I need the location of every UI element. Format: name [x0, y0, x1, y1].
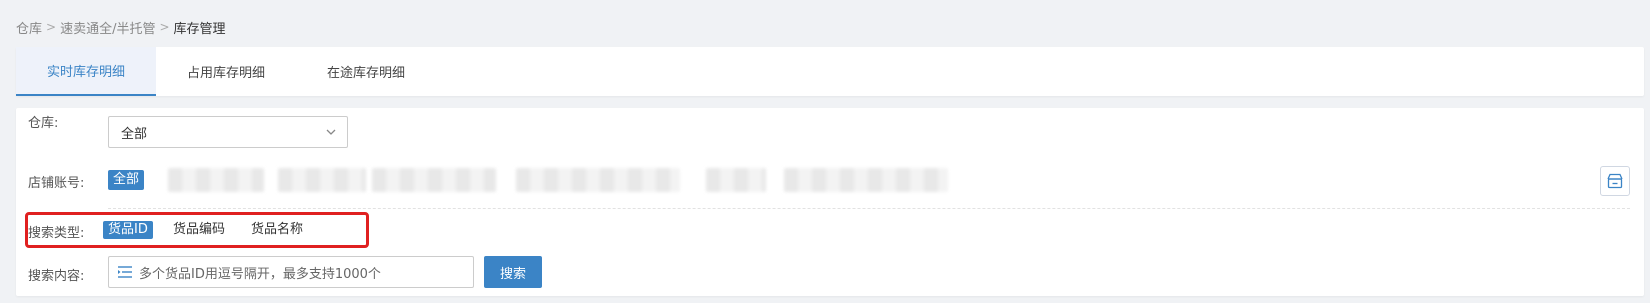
- shop-account-option[interactable]: [372, 168, 496, 192]
- shop-account-option[interactable]: [278, 168, 366, 192]
- breadcrumb-item-warehouse[interactable]: 仓库: [16, 18, 42, 37]
- tab-realtime-inventory[interactable]: 实时库存明细: [16, 47, 156, 96]
- search-type-label: 搜索类型:: [28, 226, 85, 241]
- shop-account-label: 店铺账号:: [28, 176, 85, 191]
- shop-all-tag[interactable]: 全部: [108, 170, 145, 190]
- breadcrumb-item-inventory: 库存管理: [173, 21, 226, 37]
- shop-account-option[interactable]: [516, 168, 680, 192]
- warehouse-select[interactable]: 全部: [108, 116, 348, 148]
- warehouse-label: 仓库:: [28, 116, 59, 131]
- search-button[interactable]: 搜索: [484, 256, 542, 288]
- filter-panel: 仓库: 全部 店铺账号: 全部 搜索类型: 货品ID 货品编码 货品名称 搜索内…: [16, 108, 1644, 296]
- warehouse-select-value: 全部: [121, 126, 148, 142]
- search-type-product-name[interactable]: 货品名称: [251, 221, 303, 239]
- search-input[interactable]: 多个货品ID用逗号隔开，最多支持1000个: [108, 256, 474, 288]
- search-type-product-code[interactable]: 货品编码: [173, 221, 225, 239]
- divider: [108, 208, 1630, 209]
- tab-occupied-inventory[interactable]: 占用库存明细: [156, 47, 296, 96]
- shop-account-option[interactable]: [168, 168, 264, 192]
- tab-in-transit-inventory[interactable]: 在途库存明细: [296, 47, 436, 96]
- list-icon: [118, 266, 132, 278]
- search-placeholder: 多个货品ID用逗号隔开，最多支持1000个: [139, 266, 381, 282]
- store-button[interactable]: [1600, 166, 1630, 196]
- shop-account-option[interactable]: [784, 168, 948, 192]
- shop-account-option[interactable]: [706, 168, 766, 192]
- search-type-product-id[interactable]: 货品ID: [103, 221, 153, 239]
- tab-bar: 实时库存明细 占用库存明细 在途库存明细: [16, 47, 1644, 96]
- breadcrumb-item-aliexpress[interactable]: 速卖通全/半托管: [60, 18, 155, 37]
- store-icon: [1607, 173, 1623, 189]
- breadcrumb: 仓库 > 速卖通全/半托管 > 库存管理: [16, 17, 226, 37]
- chevron-right-icon: >: [46, 20, 57, 34]
- chevron-right-icon: >: [159, 20, 170, 34]
- chevron-down-icon: [326, 129, 336, 135]
- search-content-label: 搜索内容:: [28, 269, 85, 284]
